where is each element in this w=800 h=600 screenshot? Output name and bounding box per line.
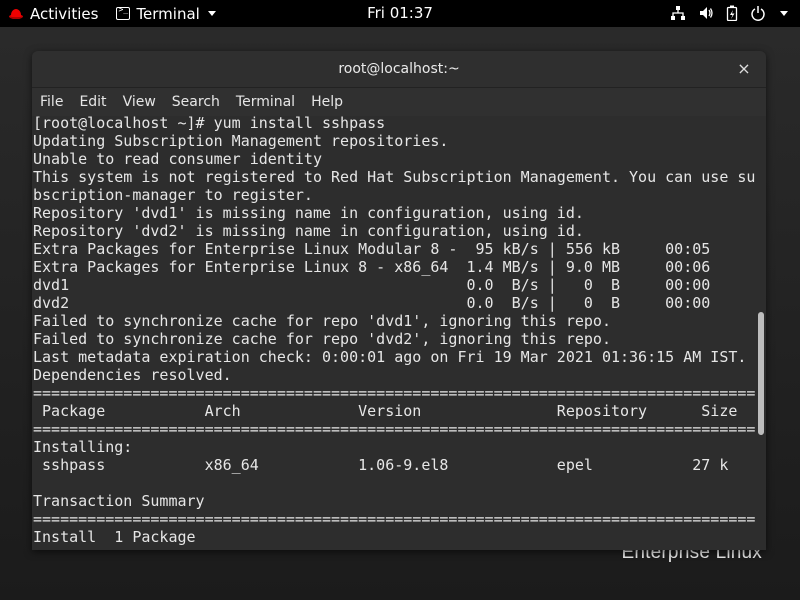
- terminal-output[interactable]: [root@localhost ~]# yum install sshpass …: [32, 116, 766, 550]
- terminal-line: Transaction Summary: [33, 492, 205, 510]
- terminal-line: Unable to read consumer identity: [33, 150, 322, 168]
- network-icon: [671, 6, 685, 20]
- app-menu-label: Terminal: [136, 4, 200, 23]
- menu-file[interactable]: File: [40, 94, 63, 110]
- menu-search[interactable]: Search: [172, 94, 220, 110]
- chevron-down-icon: [780, 10, 788, 16]
- battery-icon: [726, 5, 738, 21]
- terminal-line: [root@localhost ~]# yum install sshpass: [33, 116, 386, 132]
- chevron-down-icon: [207, 11, 216, 16]
- terminal-line: Extra Packages for Enterprise Linux Modu…: [33, 240, 711, 258]
- terminal-line: sshpass x86_64 1.06-9.el8 epel 27 k: [33, 456, 729, 474]
- activities-button[interactable]: Activities: [0, 0, 98, 27]
- terminal-line: Dependencies resolved.: [33, 366, 232, 384]
- menu-bar: File Edit View Search Terminal Help: [32, 88, 766, 116]
- app-menu-terminal[interactable]: Terminal: [116, 4, 216, 23]
- terminal-line: Failed to synchronize cache for repo 'dv…: [33, 312, 611, 330]
- terminal-line: Extra Packages for Enterprise Linux 8 - …: [33, 258, 711, 276]
- volume-icon: [700, 7, 713, 19]
- menu-edit[interactable]: Edit: [79, 94, 106, 110]
- terminal-line: dvd2 0.0 B/s | 0 B 00:00: [33, 294, 711, 312]
- close-button[interactable]: ×: [734, 59, 754, 79]
- power-icon: [751, 6, 765, 21]
- terminal-line: [33, 474, 766, 492]
- window-titlebar[interactable]: root@localhost:~ ×: [32, 51, 766, 88]
- terminal-line: ========================================…: [33, 510, 756, 528]
- terminal-line: Failed to synchronize cache for repo 'dv…: [33, 330, 611, 348]
- terminal-line: Installing:: [33, 438, 133, 456]
- redhat-icon: [9, 8, 23, 19]
- terminal-line: This system is not registered to Red Hat…: [33, 168, 756, 186]
- terminal-line: Package Arch Version Repository Size: [33, 402, 738, 420]
- terminal-window: root@localhost:~ × File Edit View Search…: [32, 51, 766, 550]
- terminal-line: ========================================…: [33, 420, 756, 438]
- terminal-line: Repository 'dvd1' is missing name in con…: [33, 204, 584, 222]
- terminal-line: ========================================…: [33, 384, 756, 402]
- window-title: root@localhost:~: [338, 61, 460, 77]
- activities-label: Activities: [30, 4, 99, 23]
- system-tray[interactable]: [670, 5, 788, 21]
- terminal-line: bscription-manager to register.: [33, 186, 313, 204]
- scrollbar-thumb[interactable]: [758, 312, 764, 435]
- terminal-line: Repository 'dvd2' is missing name in con…: [33, 222, 584, 240]
- terminal-app-icon: [116, 5, 131, 20]
- terminal-line: Install 1 Package: [33, 528, 196, 546]
- close-icon: ×: [737, 59, 751, 78]
- menu-view[interactable]: View: [123, 94, 156, 110]
- terminal-line: Last metadata expiration check: 0:00:01 …: [33, 348, 747, 366]
- terminal-line: Updating Subscription Management reposit…: [33, 132, 449, 150]
- top-bar: Activities Terminal Fri 01:37: [0, 0, 800, 27]
- menu-help[interactable]: Help: [311, 94, 343, 110]
- menu-terminal[interactable]: Terminal: [236, 94, 295, 110]
- terminal-line: dvd1 0.0 B/s | 0 B 00:00: [33, 276, 711, 294]
